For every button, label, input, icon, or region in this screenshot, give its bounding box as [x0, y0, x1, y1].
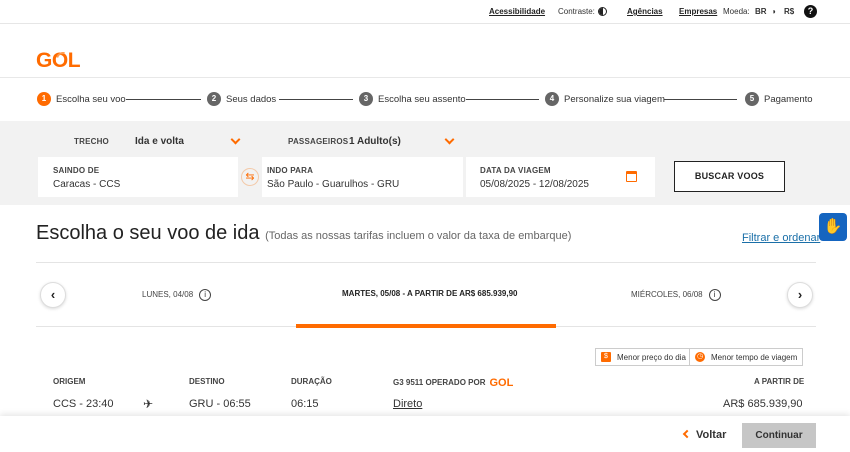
- origin-label: SAINDO DE: [53, 166, 100, 175]
- booking-stepper: 1 Escolha seu voo 2 Seus dados 3 Escolha…: [0, 90, 850, 110]
- swap-icon[interactable]: ⇆: [241, 168, 259, 186]
- prev-date-chevron-left-icon[interactable]: ‹: [40, 282, 66, 308]
- page-title-text: Escolha o seu voo de ida: [36, 222, 260, 244]
- info-icon[interactable]: i: [199, 289, 212, 301]
- trip-type-select[interactable]: Ida e volta: [135, 136, 184, 147]
- currency-br-option[interactable]: BR: [755, 7, 767, 16]
- flight-origin-time: CCS - 23:40: [53, 398, 114, 410]
- selected-date-indicator: [296, 324, 556, 328]
- date-carousel-top-divider: [36, 262, 816, 263]
- date-option-label: MIÉRCOLES, 06/08: [631, 290, 703, 300]
- companies-link[interactable]: Empresas: [679, 7, 717, 16]
- step-connector: [279, 99, 353, 100]
- flight-duration: 06:15: [291, 398, 319, 410]
- gol-logo[interactable]: GO L: [36, 49, 81, 73]
- destination-field[interactable]: [262, 157, 463, 197]
- origin-input[interactable]: Caracas - CCS: [53, 179, 120, 190]
- step-label: Escolha seu voo: [56, 93, 126, 105]
- trip-type-label: TRECHO: [74, 137, 109, 146]
- next-date-chevron-right-icon[interactable]: ›: [787, 282, 813, 308]
- shortest-time-legend-label: Menor tempo de viagem: [711, 352, 798, 362]
- date-option-tuesday-selected[interactable]: MARTES, 05/08 - A PARTIR DE AR$ 685.939,…: [342, 289, 517, 298]
- logo-letter-g: G: [36, 49, 52, 72]
- passengers-label: PASSAGEIROS: [288, 137, 349, 146]
- flight-price[interactable]: AR$ 685.939,90: [723, 398, 803, 410]
- accessibility-link[interactable]: Acessibilidade: [489, 7, 545, 16]
- info-icon[interactable]: i: [708, 289, 721, 301]
- lowest-price-legend-label: Menor preço do dia: [617, 352, 686, 362]
- chevron-left-icon: [682, 429, 692, 439]
- step-your-data: 2 Seus dados: [207, 92, 276, 106]
- sign-language-accessibility-icon[interactable]: ✋: [819, 213, 847, 241]
- date-input[interactable]: 05/08/2025 - 12/08/2025: [480, 179, 589, 190]
- passengers-select[interactable]: 1 Adulto(s): [349, 136, 401, 147]
- search-flights-button[interactable]: BUSCAR VOOS: [674, 161, 785, 192]
- destination-input[interactable]: São Paulo - Guarulhos - GRU: [267, 179, 399, 190]
- filter-sort-link[interactable]: Filtrar e ordenar: [742, 232, 820, 244]
- header-divider: [0, 77, 850, 78]
- clock-icon: ◷: [695, 352, 705, 362]
- logo-letter-o: O: [52, 49, 73, 73]
- step-connector: [664, 99, 737, 100]
- origin-column-header: ORIGEM: [53, 377, 86, 386]
- contrast-label: Contraste:: [558, 7, 595, 16]
- lowest-price-legend: $ Menor preço do dia: [595, 348, 692, 366]
- bottom-action-bar: Voltar Continuar: [0, 416, 850, 452]
- back-button[interactable]: Voltar: [682, 429, 727, 441]
- duration-column-header: DURAÇÃO: [291, 377, 332, 386]
- step-connector: [126, 99, 201, 100]
- step-label: Personalize sua viagem: [564, 93, 665, 105]
- date-option-monday[interactable]: LUNES, 04/08 i: [142, 289, 212, 301]
- price-column-header: A PARTIR DE: [754, 377, 805, 386]
- contrast-toggle-icon[interactable]: [598, 7, 607, 16]
- continue-button[interactable]: Continuar: [742, 423, 816, 448]
- airplane-icon: ✈: [143, 397, 154, 411]
- step-number: 2: [207, 92, 221, 106]
- operator-column-header: G3 9511 OPERADO POR GOL: [393, 377, 513, 389]
- destination-label: INDO PARA: [267, 166, 314, 175]
- step-payment: 5 Pagamento: [745, 92, 813, 106]
- dollar-icon: $: [601, 352, 611, 362]
- step-number: 5: [745, 92, 759, 106]
- step-label: Seus dados: [226, 93, 277, 105]
- destination-column-header: DESTINO: [189, 377, 225, 386]
- currency-rs-option[interactable]: R$: [784, 7, 794, 16]
- step-connector: [466, 99, 539, 100]
- back-button-label: Voltar: [696, 429, 727, 441]
- page-title: Escolha o seu voo de ida (Todas as nossa…: [36, 222, 571, 245]
- calendar-icon[interactable]: [626, 171, 637, 182]
- step-label: Pagamento: [764, 93, 813, 105]
- help-icon[interactable]: ?: [804, 5, 817, 18]
- flight-stops-link[interactable]: Direto: [393, 398, 422, 410]
- step-number: 1: [37, 92, 51, 106]
- step-choose-seat: 3 Escolha seu assento: [359, 92, 466, 106]
- origin-field[interactable]: [38, 157, 238, 197]
- date-label: DATA DA VIAGEM: [480, 166, 551, 175]
- step-choose-flight: 1 Escolha seu voo: [37, 92, 126, 106]
- gol-operator-logo: GOL: [489, 377, 514, 389]
- step-number: 4: [545, 92, 559, 106]
- date-option-wednesday[interactable]: MIÉRCOLES, 06/08 i: [631, 289, 721, 301]
- step-customize-trip: 4 Personalize sua viagem: [545, 92, 665, 106]
- operator-header-text: G3 9511 OPERADO POR: [393, 378, 486, 387]
- currency-label: Moeda:: [723, 7, 750, 16]
- flight-destination-time: GRU - 06:55: [189, 398, 251, 410]
- step-number: 3: [359, 92, 373, 106]
- shortest-time-legend: ◷ Menor tempo de viagem: [689, 348, 804, 366]
- agencies-link[interactable]: Agências: [627, 7, 663, 16]
- page-subtitle: (Todas as nossas tarifas incluem o valor…: [265, 230, 572, 242]
- currency-icon: ◑: [771, 7, 776, 16]
- step-label: Escolha seu assento: [378, 93, 466, 105]
- utility-bar: Acessibilidade Contraste: Agências Empre…: [0, 0, 850, 24]
- date-option-label: LUNES, 04/08: [142, 290, 194, 300]
